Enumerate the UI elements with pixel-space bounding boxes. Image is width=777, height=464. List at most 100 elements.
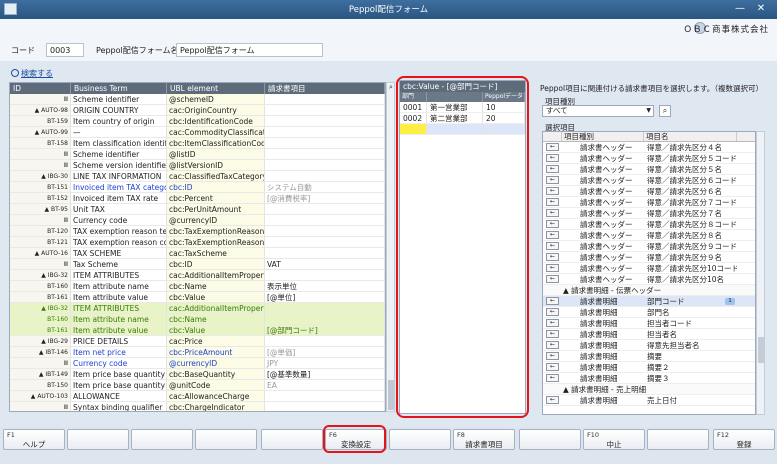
list-item[interactable]: ← 請求書ヘッダー 得意／請求先区分５名	[543, 164, 755, 175]
mapping-department-code[interactable]: 0002	[400, 113, 427, 123]
row-invoice-item[interactable]	[265, 303, 385, 313]
mapping-row[interactable]	[400, 124, 525, 135]
list-item[interactable]: ← 請求書明細 部門名	[543, 307, 755, 318]
add-item-button[interactable]: ←	[543, 153, 562, 163]
row-invoice-item[interactable]	[265, 171, 385, 181]
row-invoice-item[interactable]: VAT	[265, 259, 385, 269]
row-invoice-item[interactable]	[265, 248, 385, 258]
table-row[interactable]: BT-121TAX exemption reason codecbc:TaxEx…	[10, 237, 385, 248]
list-item[interactable]: ← 請求書ヘッダー 得意／請求先区分５コード	[543, 153, 755, 164]
list-item[interactable]: ← 請求書ヘッダー 得意／請求先区分７コード	[543, 197, 755, 208]
row-invoice-item[interactable]: [@基準数量]	[265, 369, 385, 379]
list-item[interactable]: ← 請求書ヘッダー 得意／請求先区分８名	[543, 230, 755, 241]
table-row[interactable]: Ⅲ Scheme identifier @listID	[10, 149, 385, 160]
add-item-button[interactable]: ←	[543, 175, 562, 185]
table-row[interactable]: ▲ IBT-146 Item net price cbc:PriceAmount [@…	[10, 347, 385, 358]
row-invoice-item[interactable]	[265, 105, 385, 115]
list-item[interactable]: ← 請求書明細 得意先担当者名	[543, 340, 755, 351]
add-item-button[interactable]: ←	[543, 307, 562, 317]
mapping-department-name[interactable]	[427, 124, 483, 134]
row-invoice-item[interactable]	[265, 116, 385, 126]
table-row[interactable]: ▲ IBG-29 PRICE DETAILS cac:Price	[10, 336, 385, 347]
fkey-empty-button[interactable]	[519, 429, 581, 450]
add-item-button[interactable]: ←	[543, 252, 562, 262]
add-item-button[interactable]: ←	[543, 142, 562, 152]
fkey-empty-button[interactable]	[195, 429, 257, 450]
row-invoice-item[interactable]: システム自動	[265, 182, 385, 192]
mapping-row[interactable]: 0001 第一営業部 10	[400, 102, 525, 113]
list-item[interactable]: ← 請求書明細 部門コード 1	[543, 296, 755, 307]
list-item[interactable]: ← 請求書ヘッダー 得意／請求先区分４名	[543, 142, 755, 153]
fkey-f8-button[interactable]: F8 請求書項目	[453, 429, 515, 450]
row-invoice-item[interactable]	[265, 204, 385, 214]
table-row[interactable]: ▲ BT-95 Unit TAX cbc:PerUnitAmount	[10, 204, 385, 215]
list-item[interactable]: ← 請求書ヘッダー 得意／請求先区分10名	[543, 274, 755, 285]
list-item[interactable]: ← 請求書明細 摘要２	[543, 362, 755, 373]
table-row[interactable]: BT-120 TAX exemption reason text cbc:TaxEx…	[10, 226, 385, 237]
add-item-button[interactable]: ←	[543, 329, 562, 339]
scroll-thumb[interactable]	[388, 380, 394, 410]
mapping-row[interactable]: 0002 第二営業部 20	[400, 113, 525, 124]
mapping-department-code[interactable]: 0001	[400, 102, 427, 112]
fkey-empty-button[interactable]	[67, 429, 129, 450]
list-item[interactable]: ← 請求書明細 担当者名	[543, 329, 755, 340]
header-ubl-element[interactable]: UBL element	[167, 83, 265, 94]
list-item[interactable]: ← 請求書ヘッダー 得意／請求先区分８コード	[543, 219, 755, 230]
add-item-button[interactable]: ←	[543, 340, 562, 350]
add-item-button[interactable]: ←	[543, 164, 562, 174]
add-item-button[interactable]: ←	[543, 373, 562, 383]
left-table-scrollbar[interactable]: ⌕	[386, 82, 395, 412]
row-invoice-item[interactable]	[265, 402, 385, 411]
item-type-select[interactable]: すべて ▼	[542, 105, 654, 117]
fkey-f1-button[interactable]: F1 ヘルプ	[3, 429, 65, 450]
fkey-empty-button[interactable]	[131, 429, 193, 450]
list-item[interactable]: ← 請求書ヘッダー 得意／請求先区分９名	[543, 252, 755, 263]
list-item[interactable]: ← 請求書ヘッダー 得意／請求先区分６名	[543, 186, 755, 197]
code-field[interactable]: 0003	[46, 43, 84, 57]
close-icon[interactable]: ✕	[753, 2, 769, 15]
table-row[interactable]: Ⅲ Tax Scheme cbc:ID VAT	[10, 259, 385, 270]
row-invoice-item[interactable]	[265, 215, 385, 225]
row-invoice-item[interactable]	[265, 336, 385, 346]
invoice-item-table[interactable]: 項目種別 項目名 ← 請求書ヘッダー 得意／請求先区分４名 ← 請求書ヘッダー 得意／請求…	[542, 131, 756, 415]
table-row[interactable]: BT-161 Item attribute value cbc:Value [@単位]	[10, 292, 385, 303]
row-invoice-item[interactable]	[265, 127, 385, 137]
fkey-f12-button[interactable]: F12 登録	[713, 429, 775, 450]
search-button[interactable]: ⌕	[659, 105, 671, 117]
add-item-button[interactable]: ←	[543, 208, 562, 218]
add-item-button[interactable]: ←	[543, 230, 562, 240]
mapping-peppol-value[interactable]: 10	[483, 102, 525, 112]
add-item-button[interactable]: ←	[543, 186, 562, 196]
table-row[interactable]: Ⅲ Currency code @currencyID JPY	[10, 358, 385, 369]
header-item-kind[interactable]: 項目種別	[562, 132, 644, 141]
row-invoice-item[interactable]	[265, 149, 385, 159]
group-label[interactable]: ▲ 請求書明細 - 売上明細	[543, 384, 646, 394]
fkey-f6-button[interactable]: F6 変換設定	[325, 429, 387, 450]
row-invoice-item[interactable]: [@単価]	[265, 347, 385, 357]
list-item[interactable]: ← 請求書ヘッダー 得意／請求先区分７名	[543, 208, 755, 219]
table-row[interactable]: BT-152 Invoiced item TAX rate cbc:Percent[…	[10, 193, 385, 204]
list-item[interactable]: ← 請求書ヘッダー 得意／請求先区分９コード	[543, 241, 755, 252]
row-invoice-item[interactable]	[265, 314, 385, 324]
add-item-button[interactable]: ←	[543, 296, 562, 306]
fkey-empty-button[interactable]	[647, 429, 709, 450]
table-row[interactable]: BT-151Invoiced item TAX category codecbc…	[10, 182, 385, 193]
list-item[interactable]: ← 請求書明細 売上日付	[543, 395, 755, 406]
row-invoice-item[interactable]	[265, 226, 385, 236]
table-row[interactable]: ▲ IBG-32 ITEM ATTRIBUTES cac:AdditionalIte…	[10, 303, 385, 314]
row-invoice-item[interactable]	[265, 138, 385, 148]
add-item-button[interactable]: ←	[543, 219, 562, 229]
fkey-empty-button[interactable]	[389, 429, 451, 450]
fkey-f10-button[interactable]: F10 中止	[583, 429, 645, 450]
list-item[interactable]: ← 請求書明細 摘要	[543, 351, 755, 362]
right-table-scrollbar[interactable]	[756, 131, 765, 415]
table-row[interactable]: BT-160 Item attribute name cbc:Name 表示単位	[10, 281, 385, 292]
add-item-button[interactable]: ←	[543, 362, 562, 372]
search-link[interactable]: 検索する	[11, 68, 53, 79]
row-invoice-item[interactable]	[265, 237, 385, 247]
table-row[interactable]: Ⅲ Syntax binding qualifier cbc:ChargeIndic…	[10, 402, 385, 411]
header-business-term[interactable]: Business Term	[71, 83, 167, 94]
row-invoice-item[interactable]	[265, 160, 385, 170]
table-row[interactable]: BT-150Item price base quantity unit of m…	[10, 380, 385, 391]
group-row[interactable]: ▲ 請求書明細 - 売上明細	[543, 384, 755, 395]
